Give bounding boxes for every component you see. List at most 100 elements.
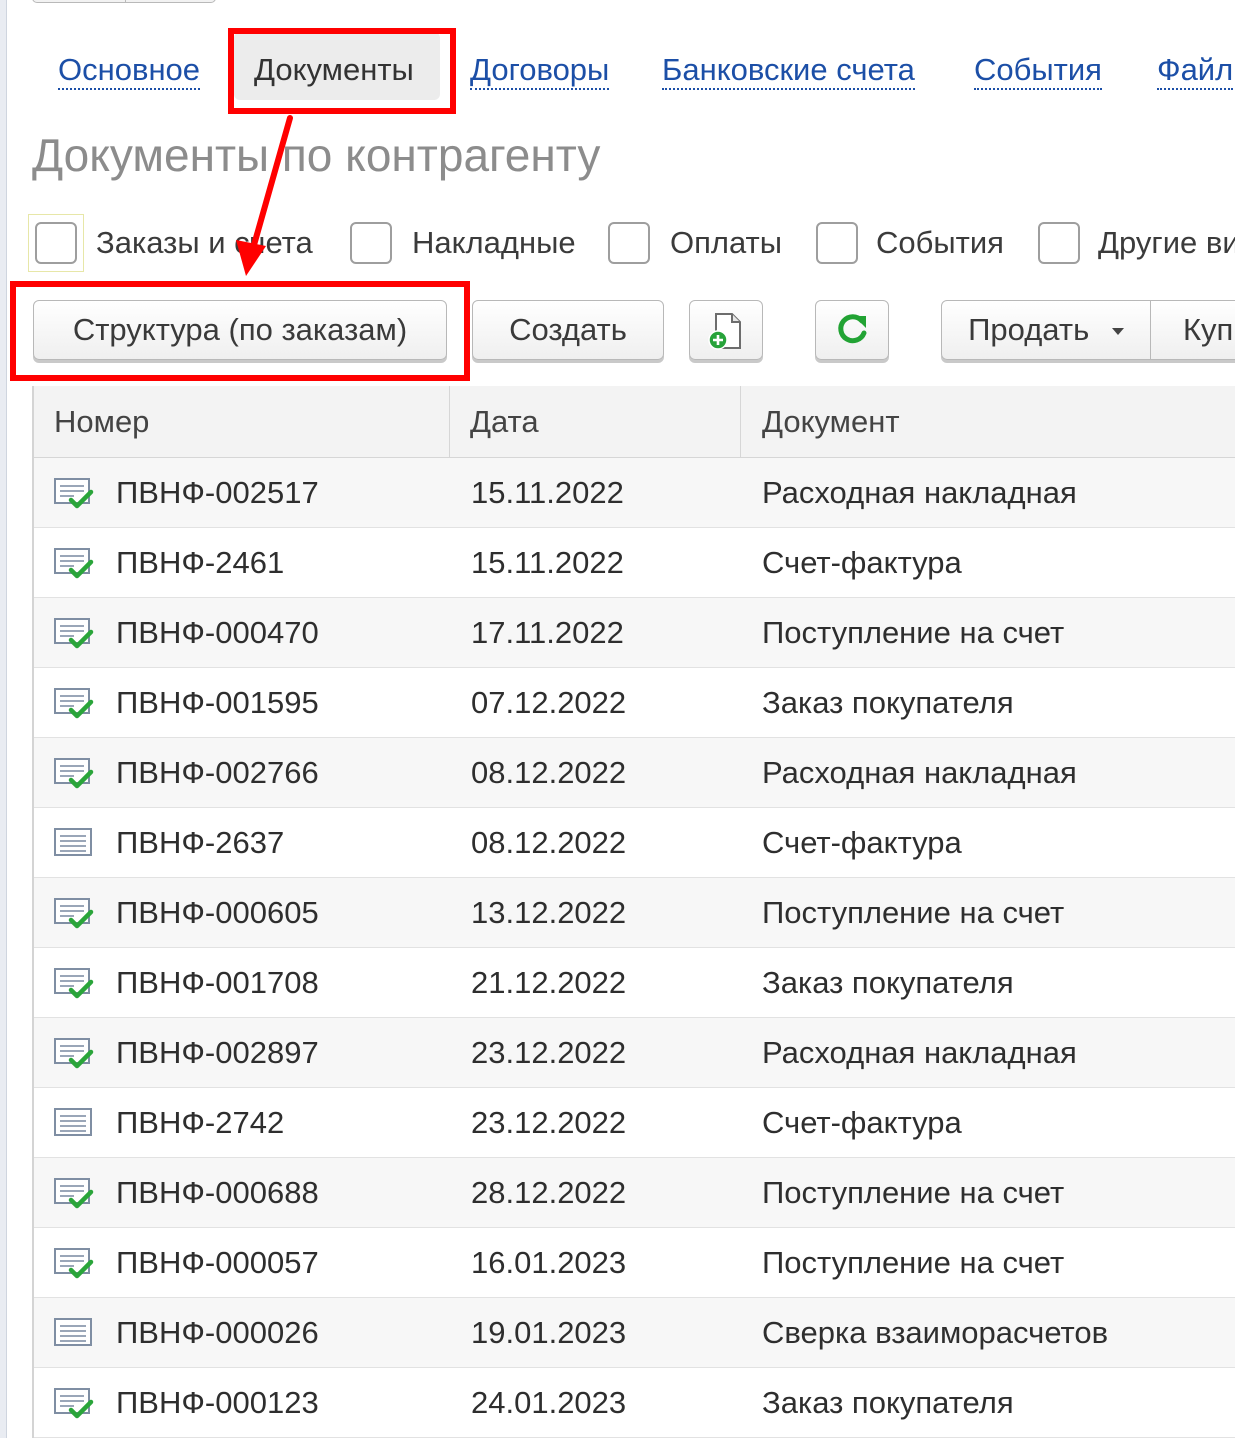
cell-number: ПВНФ-2461: [116, 545, 285, 580]
column-divider[interactable]: [449, 386, 450, 457]
table-header: Номер Дата Документ: [34, 386, 1235, 458]
document-posted-icon: [54, 618, 94, 650]
table-row[interactable]: ПВНФ-002766 08.12.2022 Расходная накладная: [34, 738, 1235, 808]
top-button-stub[interactable]: [32, 0, 216, 3]
cell-date: 15.11.2022: [471, 475, 624, 510]
document-posted-icon: [54, 548, 94, 580]
table-body: ПВНФ-002517 15.11.2022 Расходная накладная…: [34, 458, 1235, 1438]
filter-other-label: Другие ви: [1098, 225, 1235, 260]
page-title: Документы по контрагенту: [32, 129, 601, 181]
cell-number: ПВНФ-001708: [116, 965, 319, 1000]
cell-number: ПВНФ-001595: [116, 685, 319, 720]
cell-number: ПВНФ-000026: [116, 1315, 319, 1350]
cell-date: 21.12.2022: [471, 965, 627, 1000]
cell-date: 17.11.2022: [471, 615, 624, 650]
cell-date: 23.12.2022: [471, 1105, 627, 1140]
filter-invoices-label: Накладные: [412, 225, 576, 260]
cell-number: ПВНФ-000057: [116, 1245, 319, 1280]
cell-number: ПВНФ-000470: [116, 615, 319, 650]
cell-date: 23.12.2022: [471, 1035, 627, 1070]
cell-document: Заказ покупателя: [762, 1385, 1014, 1420]
table-row[interactable]: ПВНФ-002897 23.12.2022 Расходная накладная: [34, 1018, 1235, 1088]
filter-events-label: События: [876, 225, 1004, 260]
table-row[interactable]: ПВНФ-000026 19.01.2023 Сверка взаиморасчет…: [34, 1298, 1235, 1368]
tab-bank-accounts[interactable]: Банковские счета: [662, 52, 915, 90]
document-icon: [54, 1108, 94, 1140]
document-posted-icon: [54, 1248, 94, 1280]
filter-orders-label: Заказы и счета: [96, 225, 313, 260]
cell-number: ПВНФ-000605: [116, 895, 319, 930]
tab-osnovnoe[interactable]: Основное: [58, 52, 201, 90]
checkbox-payments[interactable]: [608, 222, 650, 264]
document-posted-icon: [54, 758, 94, 790]
document-type-filters: Заказы и счета Накладные Оплаты События …: [28, 214, 1235, 272]
document-posted-icon: [54, 898, 94, 930]
cell-date: 08.12.2022: [471, 755, 627, 790]
sell-button-label: Продать: [968, 312, 1090, 347]
cell-document: Сверка взаиморасчетов: [762, 1315, 1109, 1350]
cell-date: 24.01.2023: [471, 1385, 627, 1420]
table-row[interactable]: ПВНФ-001595 07.12.2022 Заказ покупателя: [34, 668, 1235, 738]
cell-document: Расходная накладная: [762, 755, 1077, 790]
table-row[interactable]: ПВНФ-000057 16.01.2023 Поступление на счет: [34, 1228, 1235, 1298]
cell-number: ПВНФ-2637: [116, 825, 285, 860]
cell-number: ПВНФ-002517: [116, 475, 319, 510]
tab-dogovory[interactable]: Договоры: [470, 52, 610, 90]
document-posted-icon: [54, 1178, 94, 1210]
document-posted-icon: [54, 688, 94, 720]
table-row[interactable]: ПВНФ-000605 13.12.2022 Поступление на счет: [34, 878, 1235, 948]
table-row[interactable]: ПВНФ-2461 15.11.2022 Счет-фактура: [34, 528, 1235, 598]
highlight-tab-frame: [228, 28, 456, 114]
cell-date: 16.01.2023: [471, 1245, 627, 1280]
table-row[interactable]: ПВНФ-2637 08.12.2022 Счет-фактура: [34, 808, 1235, 878]
cell-number: ПВНФ-2742: [116, 1105, 285, 1140]
table-row[interactable]: ПВНФ-001708 21.12.2022 Заказ покупателя: [34, 948, 1235, 1018]
column-header-date[interactable]: Дата: [470, 386, 539, 457]
cell-document: Счет-фактура: [762, 825, 962, 860]
tab-sobytiya[interactable]: События: [974, 52, 1102, 90]
document-posted-icon: [54, 968, 94, 1000]
cell-date: 13.12.2022: [471, 895, 627, 930]
cell-document: Заказ покупателя: [762, 685, 1014, 720]
document-posted-icon: [54, 1388, 94, 1420]
document-icon: [54, 1318, 94, 1350]
cell-document: Поступление на счет: [762, 1175, 1065, 1210]
create-button[interactable]: Создать: [472, 300, 664, 360]
checkbox-invoices[interactable]: [350, 222, 392, 264]
dropdown-triangle-icon: [1111, 328, 1124, 336]
table-row[interactable]: ПВНФ-2742 23.12.2022 Счет-фактура: [34, 1088, 1235, 1158]
highlight-button-frame: [10, 281, 470, 381]
checkbox-other[interactable]: [1038, 222, 1080, 264]
cell-number: ПВНФ-000123: [116, 1385, 319, 1420]
column-divider[interactable]: [740, 386, 741, 457]
filter-payments-label: Оплаты: [670, 225, 783, 260]
cell-document: Поступление на счет: [762, 615, 1065, 650]
cell-document: Заказ покупателя: [762, 965, 1014, 1000]
table-row[interactable]: ПВНФ-000688 28.12.2022 Поступление на счет: [34, 1158, 1235, 1228]
cell-number: ПВНФ-002897: [116, 1035, 319, 1070]
document-posted-icon: [54, 1038, 94, 1070]
document-icon: [54, 828, 94, 860]
cell-document: Расходная накладная: [762, 475, 1077, 510]
checkbox-orders[interactable]: [35, 222, 77, 264]
table-row[interactable]: ПВНФ-000470 17.11.2022 Поступление на счет: [34, 598, 1235, 668]
column-header-document[interactable]: Документ: [762, 386, 900, 457]
tab-fail[interactable]: Файл: [1157, 52, 1234, 90]
cell-document: Расходная накладная: [762, 1035, 1077, 1070]
cell-document: Поступление на счет: [762, 895, 1065, 930]
cell-number: ПВНФ-002766: [116, 755, 319, 790]
refresh-icon: [838, 314, 867, 344]
cell-document: Счет-фактура: [762, 545, 962, 580]
cell-date: 28.12.2022: [471, 1175, 627, 1210]
buy-button[interactable]: Куп: [1150, 300, 1235, 360]
column-header-number[interactable]: Номер: [54, 386, 149, 457]
table-row[interactable]: ПВНФ-000123 24.01.2023 Заказ покупателя: [34, 1368, 1235, 1438]
add-document-button[interactable]: [689, 300, 763, 360]
sell-button[interactable]: Продать: [941, 300, 1151, 360]
window-left-border: [0, 0, 7, 1438]
cell-date: 08.12.2022: [471, 825, 627, 860]
checkbox-events[interactable]: [816, 222, 858, 264]
table-row[interactable]: ПВНФ-002517 15.11.2022 Расходная накладная: [34, 458, 1235, 528]
refresh-button[interactable]: [815, 300, 889, 360]
cell-document: Счет-фактура: [762, 1105, 962, 1140]
